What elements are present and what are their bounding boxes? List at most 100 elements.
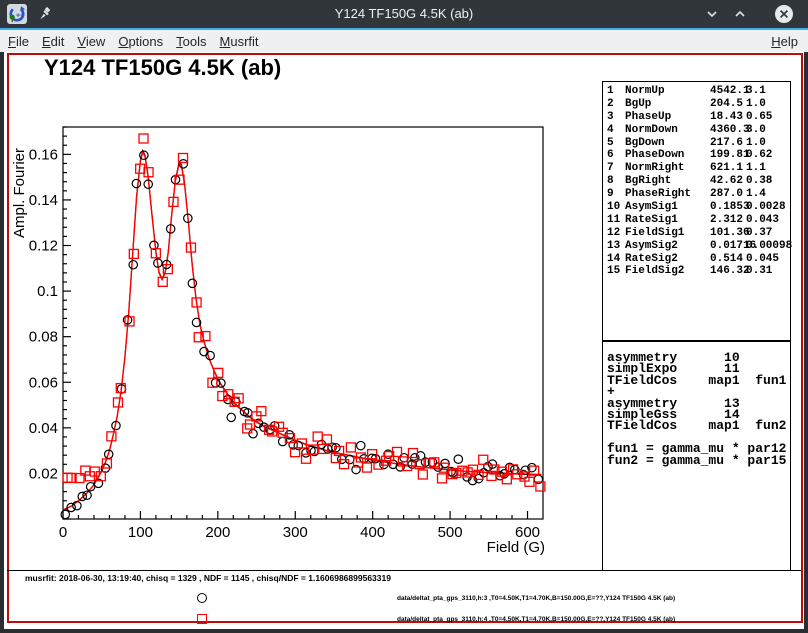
parameter-name: PhaseUp [625,111,671,123]
parameter-number: 9 [607,188,614,200]
parameter-row: 3 PhaseUp 18.43 0.65 [603,111,790,124]
menu-item-edit[interactable]: Edit [42,34,77,49]
parameter-value: 146.32 [710,265,750,277]
parameter-number: 12 [607,227,620,239]
parameter-row: 11 RateSig1 2.312 0.043 [603,214,790,227]
parameter-row: 6 PhaseDown 199.81 0.62 [603,149,790,162]
parameter-name: PhaseDown [625,149,684,161]
menu-item-help[interactable]: Help [771,34,808,49]
parameter-value: 4360.3 [710,124,750,136]
parameter-name: AsymSig1 [625,201,678,213]
parameter-row: 1 NormUp 4542.1 3.1 [603,85,790,98]
legend-entry: data/deltat_pta_gps_3110,h:4 ,T0=4.50K,T… [0,609,800,630]
parameter-error: 1.1 [746,162,766,174]
parameter-error: 0.045 [746,253,779,265]
theory-text: asymmetry 10 simplExpo 11 TFieldCos map1… [607,352,790,466]
parameter-value: 287.0 [710,188,743,200]
parameter-number: 10 [607,201,620,213]
parameter-error: 1.0 [746,137,766,149]
window-titlebar: ++ Y124 TF150G 4.5K (ab) [0,0,808,28]
parameter-row: 15 FieldSig2 146.32 0.31 [603,265,790,278]
parameter-name: NormDown [625,124,678,136]
parameter-error: 0.31 [746,265,772,277]
parameter-row: 14 RateSig2 0.514 0.045 [603,253,790,266]
parameter-value: 0.1853 [710,201,750,213]
close-button[interactable] [774,4,794,24]
parameter-row: 7 NormRight 621.1 1.1 [603,162,790,175]
parameter-name: BgRight [625,175,671,187]
legend-marker [197,593,207,603]
parameter-name: NormRight [625,162,684,174]
parameter-row: 5 BgDown 217.6 1.0 [603,137,790,150]
parameter-number: 14 [607,253,620,265]
menu-item-view[interactable]: View [77,34,118,49]
menu-item-file[interactable]: File [8,34,42,49]
parameter-number: 7 [607,162,614,174]
parameter-number: 1 [607,85,614,97]
parameter-value: 18.43 [710,111,743,123]
parameter-error: 0.00098 [746,240,792,252]
parameter-row: 10 AsymSig1 0.1853 0.0028 [603,201,790,214]
parameter-error: 0.043 [746,214,779,226]
menu-item-musrfit[interactable]: Musrfit [220,34,272,49]
parameter-error: 0.37 [746,227,772,239]
legend-label: data/deltat_pta_gps_3110,h:3 ,T0=4.50K,T… [397,595,675,602]
parameter-number: 2 [607,98,614,110]
parameter-number: 15 [607,265,620,277]
legend-label: data/deltat_pta_gps_3110,h:4 ,T0=4.50K,T… [397,616,675,623]
fit-stats-line: musrfit: 2018-06-30, 13:19:40, chisq = 1… [25,573,391,583]
parameter-row: 13 AsymSig2 0.01716 0.00098 [603,240,790,253]
parameter-row: 4 NormDown 4360.3 3.0 [603,124,790,137]
parameter-error: 0.62 [746,149,772,161]
parameter-error: 0.0028 [746,201,786,213]
parameter-number: 4 [607,124,614,136]
parameter-name: RateSig2 [625,253,678,265]
parameter-number: 3 [607,111,614,123]
parameter-box: 1 NormUp 4542.1 3.1 2 BgUp 204.5 1.0 3 P… [602,81,791,341]
parameter-name: AsymSig2 [625,240,678,252]
parameter-name: PhaseRight [625,188,691,200]
menubar: File Edit View Options Tools Musrfit Hel… [0,30,808,52]
parameter-value: 621.1 [710,162,743,174]
parameter-value: 204.5 [710,98,743,110]
window-title: Y124 TF150G 4.5K (ab) [0,0,808,28]
theory-box: asymmetry 10 simplExpo 11 TFieldCos map1… [602,341,791,570]
parameter-error: 1.4 [746,188,766,200]
parameter-row: 9 PhaseRight 287.0 1.4 [603,188,790,201]
parameter-number: 8 [607,175,614,187]
parameter-number: 6 [607,149,614,161]
parameter-name: BgUp [625,98,651,110]
parameter-error: 0.65 [746,111,772,123]
parameter-error: 1.0 [746,98,766,110]
parameter-name: BgDown [625,137,665,149]
parameter-error: 3.1 [746,85,766,97]
parameter-value: 4542.1 [710,85,750,97]
application-window: ++ Y124 TF150G 4.5K (ab) File Edit View [0,0,808,633]
legend: data/deltat_pta_gps_3110,h:3 ,T0=4.50K,T… [0,588,800,630]
parameter-value: 217.6 [710,137,743,149]
parameter-value: 2.312 [710,214,743,226]
parameter-number: 5 [607,137,614,149]
menu-item-tools[interactable]: Tools [176,34,219,49]
parameter-value: 42.62 [710,175,743,187]
parameter-row: 8 BgRight 42.62 0.38 [603,175,790,188]
parameter-row: 12 FieldSig1 101.36 0.37 [603,227,790,240]
parameter-name: FieldSig2 [625,265,684,277]
parameter-number: 11 [607,214,620,226]
footer-separator [7,570,801,571]
parameter-value: 0.514 [710,253,743,265]
menu-item-options[interactable]: Options [118,34,176,49]
parameter-number: 13 [607,240,620,252]
parameter-name: NormUp [625,85,665,97]
parameter-error: 3.0 [746,124,766,136]
parameter-value: 101.36 [710,227,750,239]
parameter-name: FieldSig1 [625,227,684,239]
plot-title: Y124 TF150G 4.5K (ab) [44,55,281,81]
parameter-row: 2 BgUp 204.5 1.0 [603,98,790,111]
legend-entry: data/deltat_pta_gps_3110,h:3 ,T0=4.50K,T… [0,588,800,609]
minimize-button[interactable] [702,4,722,24]
maximize-button[interactable] [730,4,750,24]
parameter-error: 0.38 [746,175,772,187]
parameter-name: RateSig1 [625,214,678,226]
legend-marker [197,614,207,624]
